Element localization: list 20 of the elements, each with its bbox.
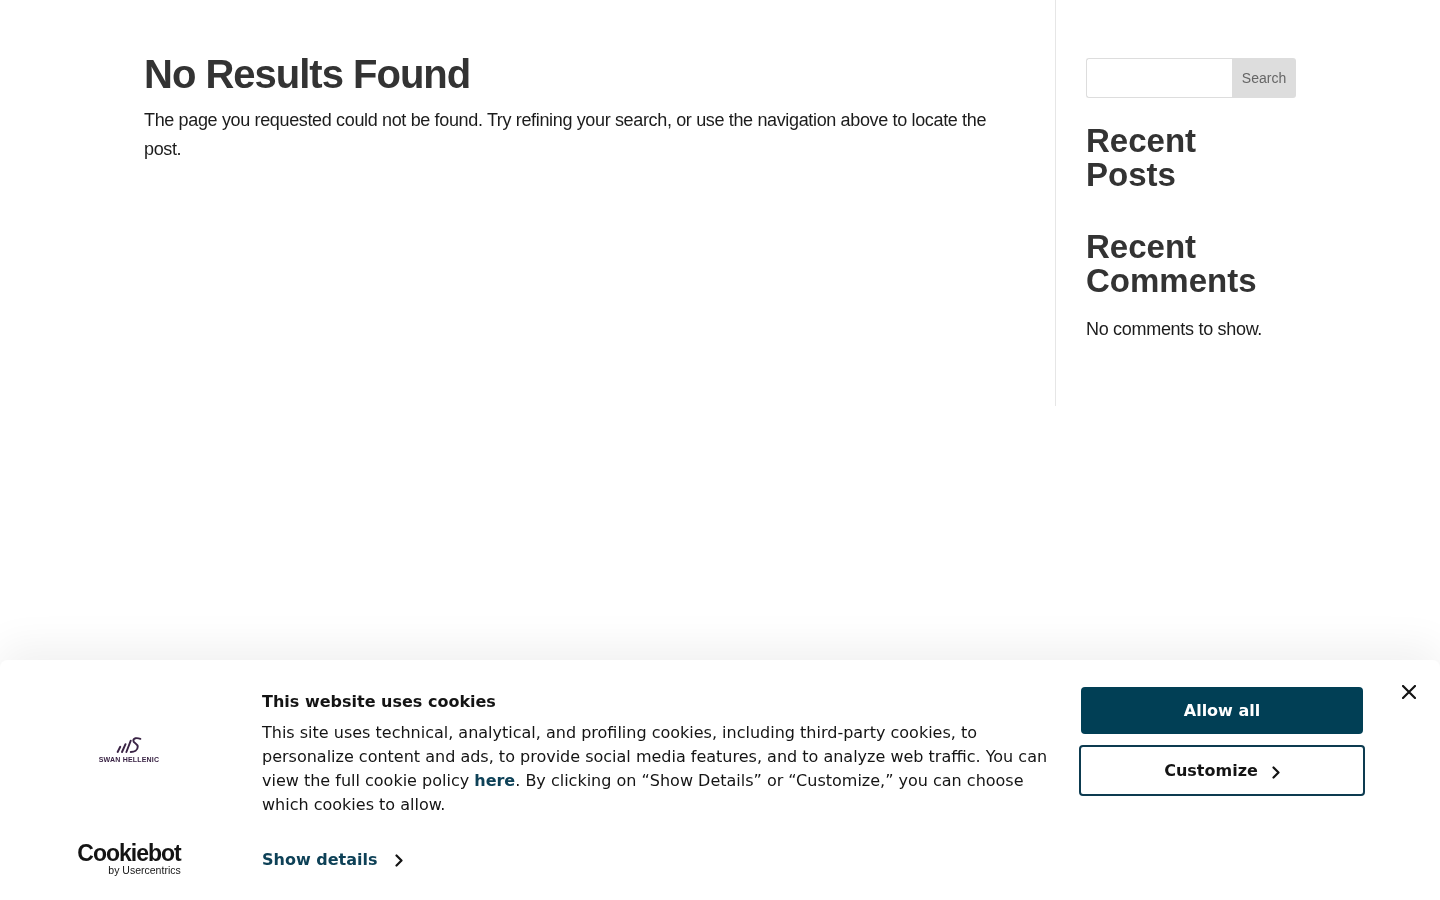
provider-name: Cookiebot: [77, 842, 181, 864]
widget-heading: Recent Comments: [1086, 230, 1257, 298]
allow-all-button[interactable]: Allow all: [1081, 687, 1363, 734]
show-details-link[interactable]: Show details: [262, 848, 403, 872]
chevron-right-icon: [394, 853, 403, 867]
logo-icon: [115, 736, 143, 754]
search-button[interactable]: Search: [1232, 58, 1296, 98]
provider-byline: by Usercentrics: [108, 864, 181, 876]
banner-text: This site uses technical, analytical, and profiling cookies, including third-party cookies, to personalize content and ads, to provide social media features, and to analyze web traffic. You can view the full cookie policy here. By clicking on “Show Details” or “Customize,” you can choose which cookies to allow.: [262, 722, 1049, 816]
page-title: No Results Found: [144, 51, 471, 98]
close-button[interactable]: [1402, 685, 1416, 699]
widget-heading: Recent Posts: [1086, 124, 1197, 192]
search-field[interactable]: [1086, 58, 1232, 98]
close-icon: [1402, 685, 1416, 699]
banner-title: This website uses cookies: [262, 691, 497, 713]
widget-text: No comments to show.: [1086, 318, 1264, 341]
not-found-message: The page you requested could not be found. Try refining your search, or use the navigation above to locate the post.: [144, 109, 988, 161]
chevron-right-icon: [1271, 765, 1280, 779]
customize-button[interactable]: Customize: [1079, 745, 1365, 796]
policy-link[interactable]: here: [474, 771, 516, 790]
